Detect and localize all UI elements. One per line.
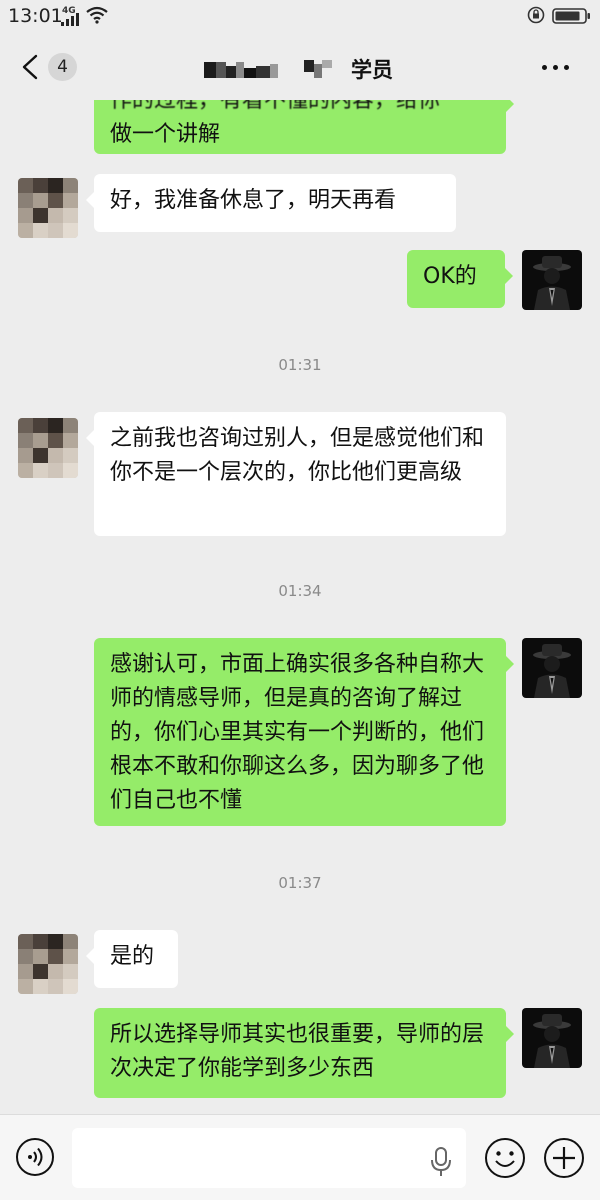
my-avatar[interactable] (522, 250, 582, 310)
contact-avatar[interactable] (18, 178, 78, 238)
message-text: OK的 (423, 264, 477, 289)
pixelated-avatar-image (18, 934, 78, 994)
chat-header: 4 学员 (0, 34, 600, 100)
more-functions-button[interactable] (543, 1137, 585, 1179)
chat-title-text: 学员 (351, 58, 393, 82)
hat-man-avatar-image (522, 250, 582, 310)
message-text: 之前我也咨询过别人，但是感觉他们和你不是一个层次的，你比他们更高级 (110, 426, 485, 485)
my-avatar[interactable] (522, 638, 582, 698)
back-chevron-icon (22, 54, 38, 80)
message-bubble-incoming[interactable]: 好，我准备休息了，明天再看 (86, 174, 456, 232)
emoji-button[interactable] (484, 1137, 526, 1179)
my-avatar[interactable] (522, 1008, 582, 1068)
message-timestamp: 01:34 (278, 582, 322, 600)
plus-icon (544, 1138, 584, 1178)
message-bubble-outgoing[interactable]: 感谢认可，市面上确实很多各种自称大师的情感导师，但是真的咨询了解过的，你们心里其… (94, 638, 514, 826)
message-list[interactable]: 作的过程，有看不懂的内容，给你 做一个讲解 好，我准备休息了，明天再看 OK的 … (0, 100, 600, 1114)
message-bubble-outgoing[interactable]: OK的 (407, 250, 513, 308)
message-text: 做一个讲解 (110, 122, 221, 147)
contact-avatar[interactable] (18, 418, 78, 478)
status-bar: 13:01 4G (0, 0, 600, 34)
status-time: 13:01 (8, 5, 63, 27)
message-text: 感谢认可，市面上确实很多各种自称大师的情感导师，但是真的咨询了解过的，你们心里其… (110, 652, 485, 813)
signal-icon (61, 13, 79, 26)
message-text-input[interactable] (72, 1128, 466, 1188)
pixelated-avatar-image (18, 178, 78, 238)
battery-icon (552, 8, 590, 24)
unread-count-badge: 4 (48, 53, 77, 81)
mic-icon[interactable] (430, 1147, 452, 1177)
message-timestamp: 01:31 (278, 356, 322, 374)
message-text: 是的 (110, 944, 155, 969)
message-timestamp: 01:37 (278, 874, 322, 892)
voice-icon (16, 1138, 54, 1176)
message-bubble-incoming[interactable]: 是的 (86, 930, 178, 988)
message-bubble-outgoing[interactable]: 所以选择导师其实也很重要，导师的层次决定了你能学到多少东西 (94, 1008, 514, 1098)
chat-title: 学员 (200, 54, 400, 84)
wifi-icon (86, 6, 108, 24)
voice-toggle-button[interactable] (15, 1137, 55, 1177)
alarm-icon (527, 6, 545, 24)
message-bubble-incoming[interactable]: 之前我也咨询过别人，但是感觉他们和你不是一个层次的，你比他们更高级 (86, 412, 506, 536)
message-text: 好，我准备休息了，明天再看 (110, 188, 397, 213)
more-options-button[interactable] (536, 52, 576, 82)
back-button[interactable]: 4 (20, 50, 80, 84)
hat-man-avatar-image (522, 1008, 582, 1068)
message-bubble-outgoing[interactable]: 作的过程，有看不懂的内容，给你 做一个讲解 (94, 100, 514, 154)
hat-man-avatar-image (522, 638, 582, 698)
message-input-bar (0, 1114, 600, 1200)
contact-avatar[interactable] (18, 934, 78, 994)
message-text-partial: 作的过程，有看不懂的内容，给你 (110, 100, 441, 113)
pixelated-avatar-image (18, 418, 78, 478)
message-text: 所以选择导师其实也很重要，导师的层次决定了你能学到多少东西 (110, 1022, 485, 1081)
emoji-icon (485, 1138, 525, 1178)
